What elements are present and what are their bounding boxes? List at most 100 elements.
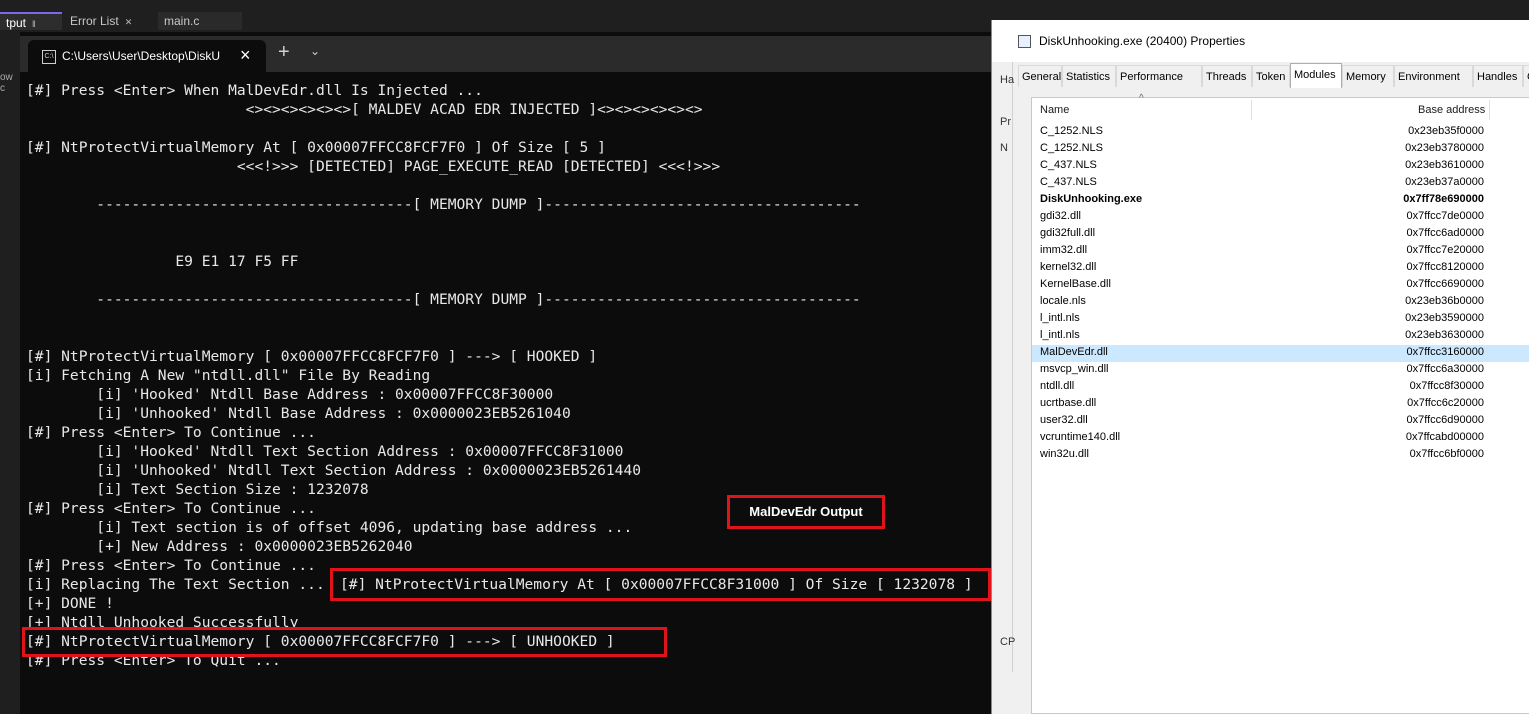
module-base-address: 0x7ffcc6c20000	[1407, 397, 1484, 409]
close-icon[interactable]: ✕	[125, 17, 133, 27]
console-line: [+] DONE !	[26, 595, 114, 612]
module-row[interactable]: C_437.NLS 0x23eb3610000	[1032, 158, 1529, 175]
module-name: DiskUnhooking.exe	[1040, 193, 1143, 205]
module-row[interactable]: gdi32.dll 0x7ffcc7de0000	[1032, 209, 1529, 226]
module-row[interactable]: ntdll.dll 0x7ffcc8f30000	[1032, 379, 1529, 396]
background-hint: CP	[1000, 636, 1016, 648]
module-name: C_1252.NLS	[1040, 125, 1103, 137]
console-line: <><><><><><>[ MALDEV ACAD EDR INJECTED ]…	[26, 101, 703, 118]
console-line: [i] 'Unhooked' Ntdll Text Section Addres…	[26, 462, 642, 479]
module-row[interactable]: ucrtbase.dll 0x7ffcc6c20000	[1032, 396, 1529, 413]
module-name: user32.dll	[1040, 414, 1088, 426]
module-base-address: 0x23eb37a0000	[1405, 176, 1484, 188]
module-row[interactable]: KernelBase.dll 0x7ffcc6690000	[1032, 277, 1529, 294]
console-line: [#] NtProtectVirtualMemory At [ 0x00007F…	[26, 139, 606, 156]
sort-arrow-icon: ^	[1139, 93, 1144, 104]
column-header-name[interactable]: Name	[1040, 98, 1069, 122]
tab-environment[interactable]: Environment	[1394, 65, 1473, 87]
module-row[interactable]: C_1252.NLS 0x23eb35f0000	[1032, 124, 1529, 141]
console-line: [#] Press <Enter> To Continue ...	[26, 500, 316, 517]
module-base-address: 0x23eb3780000	[1405, 142, 1484, 154]
pin-icon[interactable]: ‖	[32, 19, 36, 29]
module-row[interactable]: imm32.dll 0x7ffcc7e20000	[1032, 243, 1529, 260]
chevron-down-icon[interactable]: ⌄	[310, 44, 320, 58]
ide-tab-main-c[interactable]: main.c	[158, 12, 242, 30]
module-base-address: 0x23eb36b0000	[1405, 295, 1484, 307]
module-base-address: 0x23eb35f0000	[1408, 125, 1484, 137]
module-name: l_intl.nls	[1040, 329, 1080, 341]
module-name: C_437.NLS	[1040, 176, 1097, 188]
module-row[interactable]: MalDevEdr.dll 0x7ffcc3160000	[1032, 345, 1529, 362]
module-row[interactable]: l_intl.nls 0x23eb3590000	[1032, 311, 1529, 328]
console-line: [#] Press <Enter> To Continue ...	[26, 424, 316, 441]
module-row[interactable]: l_intl.nls 0x23eb3630000	[1032, 328, 1529, 345]
console-line: ------------------------------------[ ME…	[26, 196, 861, 213]
background-hint: Pr	[1000, 116, 1011, 128]
module-row[interactable]: C_437.NLS 0x23eb37a0000	[1032, 175, 1529, 192]
tab-memory[interactable]: Memory	[1342, 65, 1394, 87]
column-separator[interactable]	[1489, 100, 1490, 120]
terminal-tab[interactable]: C:\ C:\Users\User\Desktop\DiskU ×	[28, 40, 266, 72]
console-line: [i] Text Section Size : 1232078	[26, 481, 369, 498]
terminal-tab-title: C:\Users\User\Desktop\DiskU	[62, 49, 221, 63]
tab-threads[interactable]: Threads	[1202, 65, 1252, 87]
module-base-address: 0x23eb3590000	[1405, 312, 1484, 324]
module-name: gdi32full.dll	[1040, 227, 1096, 239]
properties-title: DiskUnhooking.exe (20400) Properties	[1039, 34, 1246, 48]
module-name: vcruntime140.dll	[1040, 431, 1121, 443]
column-header-base-address[interactable]: Base address	[1418, 98, 1485, 122]
properties-titlebar: DiskUnhooking.exe (20400) Properties	[992, 20, 1529, 62]
module-base-address: 0x23eb3610000	[1405, 159, 1484, 171]
console-line: [i] 'Hooked' Ntdll Base Address : 0x0000…	[26, 386, 554, 403]
module-base-address: 0x7ffcc8f30000	[1409, 380, 1484, 392]
console-line: ------------------------------------[ ME…	[26, 291, 861, 308]
module-row[interactable]: user32.dll 0x7ffcc6d90000	[1032, 413, 1529, 430]
module-name: C_1252.NLS	[1040, 142, 1103, 154]
module-name: C_437.NLS	[1040, 159, 1097, 171]
module-name: imm32.dll	[1040, 244, 1088, 256]
ide-tab-output[interactable]: tput ‖	[0, 12, 62, 30]
module-base-address: 0x7ffcc7e20000	[1406, 244, 1484, 256]
module-row[interactable]: gdi32full.dll 0x7ffcc6ad0000	[1032, 226, 1529, 243]
module-row[interactable]: C_1252.NLS 0x23eb3780000	[1032, 141, 1529, 158]
tab-modules[interactable]: Modules	[1290, 63, 1342, 88]
module-name: msvcp_win.dll	[1040, 363, 1109, 375]
tab-statistics[interactable]: Statistics	[1062, 65, 1116, 87]
module-name: MalDevEdr.dll	[1040, 346, 1108, 358]
module-base-address: 0x23eb3630000	[1405, 329, 1484, 341]
console-output[interactable]: [#] Press <Enter> When MalDevEdr.dll Is …	[20, 72, 1010, 714]
console-line: [i] Replacing The Text Section ...	[26, 576, 325, 593]
highlight-box-unhooked	[22, 627, 667, 657]
tab-gp[interactable]: GP	[1523, 65, 1529, 87]
tab-general[interactable]: General	[1018, 65, 1062, 87]
console-line: [i] 'Unhooked' Ntdll Base Address : 0x00…	[26, 405, 571, 422]
module-row[interactable]: msvcp_win.dll 0x7ffcc6a30000	[1032, 362, 1529, 379]
tab-handles[interactable]: Handles	[1473, 65, 1523, 87]
terminal-window: C:\ C:\Users\User\Desktop\DiskU × + ⌄ [#…	[20, 36, 1010, 714]
module-row[interactable]: vcruntime140.dll 0x7ffcabd00000	[1032, 430, 1529, 447]
modules-list[interactable]: Name ^ Base address C_1252.NLS 0x23eb35f0…	[1031, 93, 1529, 714]
console-line: [+] New Address : 0x0000023EB5262040	[26, 538, 413, 555]
close-icon[interactable]: ×	[240, 45, 251, 66]
console-line: [i] Text section is of offset 4096, upda…	[26, 519, 633, 536]
module-name: KernelBase.dll	[1040, 278, 1111, 290]
highlight-box-maldevedr-output	[330, 568, 991, 601]
module-name: l_intl.nls	[1040, 312, 1080, 324]
console-line: E9 E1 17 F5 FF	[26, 253, 299, 270]
module-row[interactable]: locale.nls 0x23eb36b0000	[1032, 294, 1529, 311]
tab-performance[interactable]: Performance	[1116, 65, 1202, 87]
module-name: win32u.dll	[1040, 448, 1089, 460]
console-line: [#] Press <Enter> To Continue ...	[26, 557, 316, 574]
tab-token[interactable]: Token	[1252, 65, 1290, 87]
module-row[interactable]: win32u.dll 0x7ffcc6bf0000	[1032, 447, 1529, 464]
background-hint: N	[1000, 142, 1008, 154]
ide-tab-error-list[interactable]: Error List ✕	[64, 12, 156, 30]
new-tab-button[interactable]: +	[278, 41, 290, 64]
module-base-address: 0x7ffcc6a30000	[1406, 363, 1484, 375]
module-name: locale.nls	[1040, 295, 1086, 307]
column-separator[interactable]	[1251, 100, 1252, 120]
module-name: kernel32.dll	[1040, 261, 1097, 273]
module-row[interactable]: DiskUnhooking.exe 0x7ff78e690000	[1032, 192, 1529, 209]
module-row[interactable]: kernel32.dll 0x7ffcc8120000	[1032, 260, 1529, 277]
module-name: gdi32.dll	[1040, 210, 1081, 222]
